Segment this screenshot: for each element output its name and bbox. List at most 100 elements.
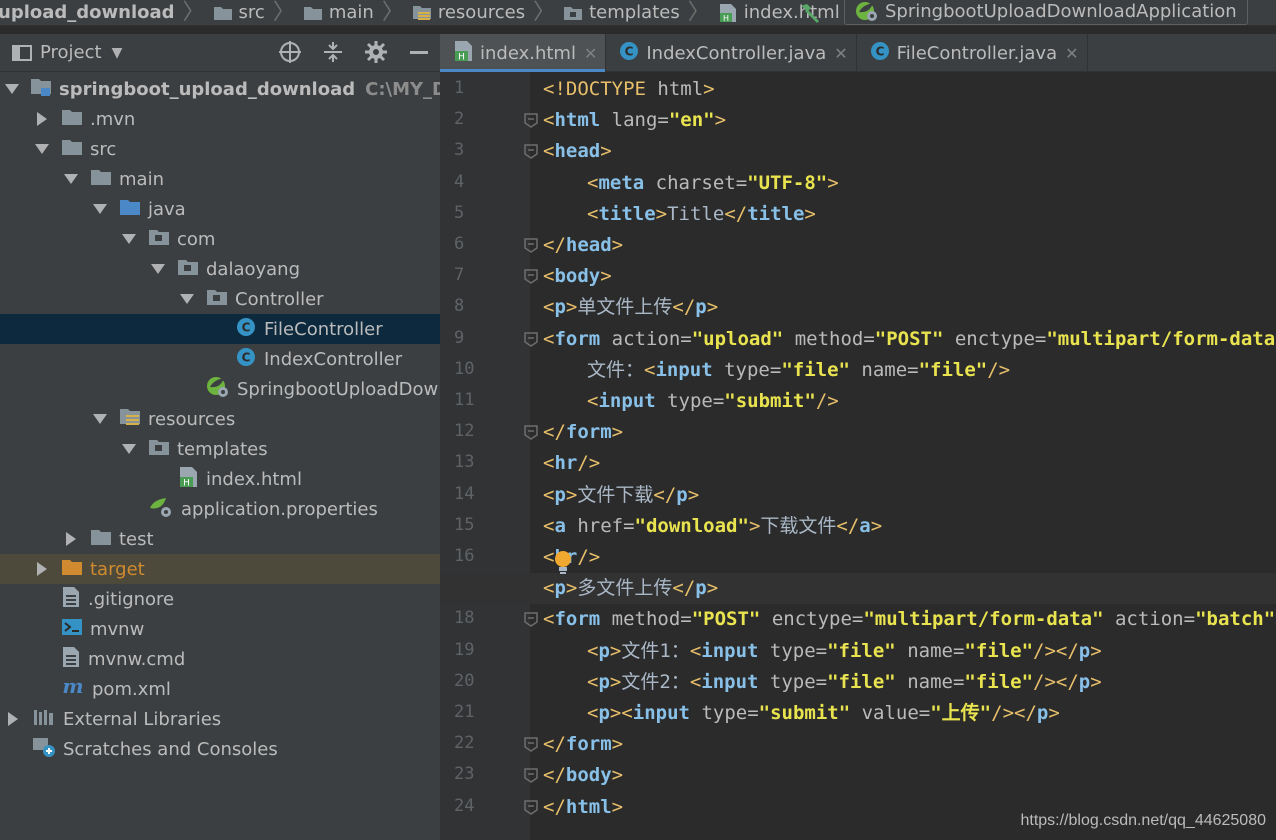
- tree-item[interactable]: Hindex.html: [0, 464, 440, 494]
- fold-marker-icon[interactable]: [524, 113, 538, 128]
- editor-tab[interactable]: C IndexController.java ✕: [606, 34, 857, 72]
- expand-arrow-right-icon[interactable]: [4, 711, 22, 727]
- close-tab-icon[interactable]: ✕: [584, 44, 597, 63]
- expand-arrow-right-icon[interactable]: [33, 111, 51, 127]
- code-line[interactable]: <p>多文件上传</p>: [440, 573, 1276, 604]
- run-configuration-selector[interactable]: SpringbootUploadDownloadApplication: [844, 0, 1248, 25]
- expand-arrow-down-icon[interactable]: [120, 443, 138, 455]
- run-toolbar: SpringbootUploadDownloadApplication: [798, 0, 1248, 25]
- build-hammer-icon[interactable]: [798, 2, 824, 24]
- code-editor[interactable]: 1 2 3 4 5 6 7 8 9 10 11 12 13 14 15 16 18 19 20 21 22 23 24 <!…: [440, 72, 1276, 840]
- code-line[interactable]: </body>: [530, 760, 1276, 791]
- expand-arrow-down-icon[interactable]: [91, 413, 109, 425]
- code-line[interactable]: <p>单文件上传</p>: [530, 292, 1276, 323]
- fold-marker-icon[interactable]: [524, 800, 538, 815]
- tree-item[interactable]: main: [0, 164, 440, 194]
- resources-folder-icon: [412, 5, 431, 20]
- editor-tab[interactable]: Hindex.html ✕: [440, 34, 607, 72]
- fold-marker-icon[interactable]: [524, 269, 538, 284]
- tree-item[interactable]: C FileController: [0, 314, 440, 344]
- tree-item[interactable]: External Libraries: [0, 704, 440, 734]
- breadcrumb-project[interactable]: upload_download: [0, 2, 175, 23]
- close-tab-icon[interactable]: ✕: [834, 44, 847, 63]
- editor-tab[interactable]: C FileController.java ✕: [857, 34, 1088, 72]
- code-line-text: <input type="submit"/>: [587, 386, 839, 417]
- close-tab-icon[interactable]: ✕: [1065, 44, 1078, 63]
- gutter-line: 15: [440, 511, 530, 542]
- code-line[interactable]: <p>文件下载</p>: [530, 480, 1276, 511]
- expand-arrow-right-icon[interactable]: [33, 561, 51, 577]
- breadcrumb-resources[interactable]: resources: [412, 2, 525, 23]
- tree-item-label: .gitignore: [88, 588, 175, 610]
- chevron-down-icon[interactable]: ▼: [112, 45, 123, 61]
- code-line[interactable]: </form>: [530, 417, 1276, 448]
- locate-crosshair-icon[interactable]: [278, 40, 302, 64]
- tree-item[interactable]: m pom.xml: [0, 674, 440, 704]
- tree-item[interactable]: target: [0, 554, 440, 584]
- code-line[interactable]: <!DOCTYPE html>: [530, 74, 1276, 105]
- breadcrumb-separator: 〉: [687, 0, 710, 25]
- fold-marker-icon[interactable]: [524, 737, 538, 752]
- code-line[interactable]: </head>: [530, 230, 1276, 261]
- code-line[interactable]: <hr/>: [530, 448, 1276, 479]
- hide-minus-icon[interactable]: [408, 40, 430, 64]
- code-token: html: [554, 109, 601, 131]
- tree-item[interactable]: SpringbootUploadDow: [0, 374, 440, 404]
- breadcrumb-main[interactable]: main: [303, 2, 374, 23]
- tree-item[interactable]: application.properties: [0, 494, 440, 524]
- tree-item[interactable]: .mvn: [0, 104, 440, 134]
- expand-arrow-down-icon[interactable]: [178, 293, 196, 305]
- fold-marker-icon[interactable]: [524, 768, 538, 783]
- code-line[interactable]: <p>文件1：<input type="file" name="file"/><…: [530, 636, 1276, 667]
- code-line[interactable]: 文件：<input type="file" name="file"/>: [530, 355, 1276, 386]
- tree-item[interactable]: src: [0, 134, 440, 164]
- tree-item[interactable]: resources: [0, 404, 440, 434]
- tree-item[interactable]: com: [0, 224, 440, 254]
- tree-item[interactable]: Controller: [0, 284, 440, 314]
- code-line[interactable]: <title>Title</title>: [530, 199, 1276, 230]
- code-line[interactable]: <html lang="en">: [530, 105, 1276, 136]
- expand-arrow-down-icon[interactable]: [149, 263, 167, 275]
- fold-marker-icon[interactable]: [524, 144, 538, 159]
- tree-item[interactable]: templates: [0, 434, 440, 464]
- gutter-line: 5: [440, 199, 530, 230]
- tree-item[interactable]: mvnw.cmd: [0, 644, 440, 674]
- expand-arrow-down-icon[interactable]: [4, 83, 20, 95]
- code-line[interactable]: <body>: [530, 261, 1276, 292]
- fold-marker-icon[interactable]: [524, 238, 538, 253]
- expand-arrow-down-icon[interactable]: [120, 233, 138, 245]
- code-token: p: [598, 640, 610, 662]
- breadcrumb-src[interactable]: src: [213, 2, 265, 23]
- code-line[interactable]: <form action="upload" method="POST" enct…: [530, 324, 1276, 355]
- fold-marker-icon[interactable]: [524, 612, 538, 627]
- code-line[interactable]: <hr/>: [530, 542, 1276, 573]
- tree-item[interactable]: C IndexController: [0, 344, 440, 374]
- tree-item-label: com: [177, 228, 216, 250]
- collapse-all-icon[interactable]: [322, 40, 344, 64]
- gear-icon[interactable]: [364, 40, 388, 64]
- code-line[interactable]: <p><input type="submit" value="上传"/></p>: [530, 698, 1276, 729]
- code-line[interactable]: <a href="download">下载文件</a>: [530, 511, 1276, 542]
- project-view-title[interactable]: Project: [40, 42, 102, 63]
- breadcrumb-templates[interactable]: templates: [563, 2, 680, 23]
- code-line[interactable]: <form method="POST" enctype="multipart/f…: [530, 604, 1276, 635]
- code-line[interactable]: <meta charset="UTF-8">: [530, 168, 1276, 199]
- expand-arrow-down-icon[interactable]: [62, 173, 80, 185]
- tree-item[interactable]: .gitignore: [0, 584, 440, 614]
- fold-marker-icon[interactable]: [524, 425, 538, 440]
- tree-item[interactable]: java: [0, 194, 440, 224]
- tree-item[interactable]: mvnw: [0, 614, 440, 644]
- expand-arrow-down-icon[interactable]: [91, 203, 109, 215]
- tree-item[interactable]: springboot_upload_download C:\MY_DA: [0, 74, 440, 104]
- code-line[interactable]: <head>: [530, 136, 1276, 167]
- code-line[interactable]: </form>: [530, 729, 1276, 760]
- expand-arrow-down-icon[interactable]: [33, 143, 51, 155]
- code-line[interactable]: <input type="submit"/>: [530, 386, 1276, 417]
- tree-item[interactable]: test: [0, 524, 440, 554]
- tree-item[interactable]: Scratches and Consoles: [0, 734, 440, 764]
- code-line[interactable]: <p>文件2：<input type="file" name="file"/><…: [530, 667, 1276, 698]
- expand-arrow-right-icon[interactable]: [62, 531, 80, 547]
- intention-lightbulb-icon[interactable]: [553, 549, 573, 575]
- fold-marker-icon[interactable]: [524, 332, 538, 347]
- tree-item[interactable]: dalaoyang: [0, 254, 440, 284]
